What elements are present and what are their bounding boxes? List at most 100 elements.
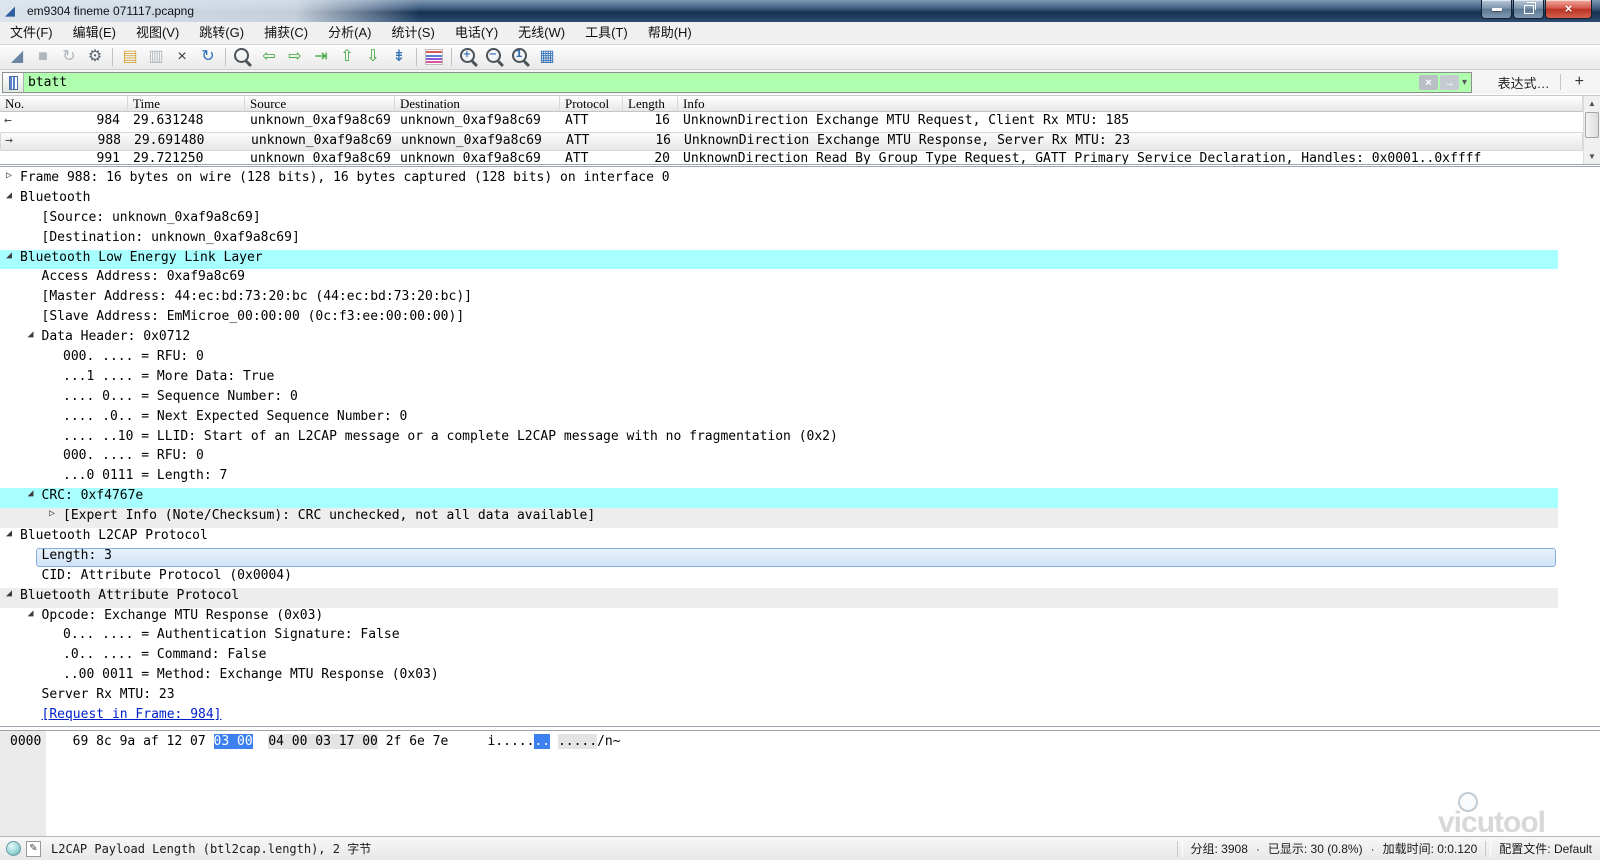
detail-row[interactable]: Server Rx MTU: 23 xyxy=(0,687,1558,707)
capture-comment-icon[interactable]: ✎ xyxy=(26,841,41,857)
resize-columns-button[interactable]: ▦ xyxy=(534,46,560,68)
close-button[interactable]: × xyxy=(1545,0,1592,19)
toolbar-separator xyxy=(451,48,452,66)
menu-item-statistics[interactable]: 统计(S) xyxy=(381,22,444,44)
scroll-up-arrow[interactable]: ▲ xyxy=(1584,96,1600,111)
menu-item-capture[interactable]: 捕获(C) xyxy=(254,22,318,44)
go-last-packet-button[interactable]: ⇩ xyxy=(360,46,386,68)
find-packet-button[interactable] xyxy=(230,46,256,68)
minimize-button[interactable] xyxy=(1481,0,1512,19)
detail-text: 000. .... = RFU: 0 xyxy=(63,448,204,463)
go-to-packet-button[interactable]: ⇥ xyxy=(308,46,334,68)
tree-expander-open-icon[interactable]: ◢ xyxy=(6,528,12,539)
tree-expander-closed-icon[interactable]: ▷ xyxy=(49,508,55,519)
profile-selector[interactable]: 配置文件: Default xyxy=(1499,840,1600,857)
detail-row[interactable]: [Request in Frame: 984] xyxy=(0,707,1558,727)
filter-bookmark-button[interactable] xyxy=(3,73,24,92)
tree-expander-open-icon[interactable]: ◢ xyxy=(28,329,34,340)
detail-row[interactable]: .... 0... = Sequence Number: 0 xyxy=(0,389,1558,409)
detail-row[interactable]: [Slave Address: EmMicroe_00:00:00 (0c:f3… xyxy=(0,309,1558,329)
column-header-time[interactable]: Time xyxy=(128,96,245,112)
detail-row[interactable]: .... ..10 = LLID: Start of an L2CAP mess… xyxy=(0,429,1558,449)
detail-row[interactable]: ◢Bluetooth Low Energy Link Layer xyxy=(0,250,1558,270)
packet-row[interactable]: 98429.631248unknown_0xaf9a8c69unknown_0x… xyxy=(0,113,1583,132)
close-icon: × xyxy=(1565,1,1573,17)
detail-row[interactable]: [Master Address: 44:ec:bd:73:20:bc (44:e… xyxy=(0,289,1558,309)
filter-clear-button[interactable]: × xyxy=(1419,75,1438,90)
detail-row[interactable]: ...0 0111 = Length: 7 xyxy=(0,468,1558,488)
column-header-protocol[interactable]: Protocol xyxy=(560,96,623,112)
detail-row[interactable]: ..00 0011 = Method: Exchange MTU Respons… xyxy=(0,667,1558,687)
menu-item-go[interactable]: 跳转(G) xyxy=(189,22,254,44)
menu-item-analyze[interactable]: 分析(A) xyxy=(318,22,381,44)
expert-info-icon[interactable] xyxy=(6,841,21,856)
close-file-button[interactable]: × xyxy=(169,46,195,68)
tree-expander-open-icon[interactable]: ◢ xyxy=(6,190,12,201)
tree-expander-open-icon[interactable]: ◢ xyxy=(6,250,12,261)
go-first-packet-button[interactable]: ⇧ xyxy=(334,46,360,68)
detail-row[interactable]: 000. .... = RFU: 0 xyxy=(0,349,1558,369)
detail-row[interactable]: ◢Bluetooth L2CAP Protocol xyxy=(0,528,1558,548)
packet-row[interactable]: 98829.691480unknown_0xaf9a8c69unknown_0x… xyxy=(0,132,1583,151)
column-header-length[interactable]: Length xyxy=(623,96,678,112)
menu-item-wireless[interactable]: 无线(W) xyxy=(508,22,575,44)
menu-item-edit[interactable]: 编辑(E) xyxy=(63,22,126,44)
scrollbar-thumb[interactable] xyxy=(1585,112,1599,138)
menu-item-help[interactable]: 帮助(H) xyxy=(638,22,702,44)
detail-row[interactable]: ◢CRC: 0xf4767e xyxy=(0,488,1558,508)
zoom-in-button[interactable]: + xyxy=(456,46,482,68)
restart-capture-button[interactable]: ↻ xyxy=(56,46,82,68)
detail-row[interactable]: Length: 3 xyxy=(0,548,1558,568)
detail-row[interactable]: [Source: unknown_0xaf9a8c69] xyxy=(0,210,1558,230)
scroll-down-arrow[interactable]: ▼ xyxy=(1584,149,1600,164)
add-filter-button[interactable]: + xyxy=(1561,73,1600,91)
filter-apply-button[interactable]: → xyxy=(1440,75,1459,90)
column-header-info[interactable]: Info xyxy=(678,96,1583,112)
colorize-packets-button[interactable] xyxy=(421,46,447,68)
menu-item-telephony[interactable]: 电话(Y) xyxy=(445,22,508,44)
column-header-destination[interactable]: Destination xyxy=(395,96,560,112)
save-file-button[interactable]: ▥ xyxy=(143,46,169,68)
expression-button[interactable]: 表达式… xyxy=(1488,73,1560,92)
column-header-source[interactable]: Source xyxy=(245,96,395,112)
detail-row[interactable]: ◢Data Header: 0x0712 xyxy=(0,329,1558,349)
tree-expander-open-icon[interactable]: ◢ xyxy=(28,488,34,499)
menu-item-view[interactable]: 视图(V) xyxy=(126,22,189,44)
detail-row[interactable]: CID: Attribute Protocol (0x0004) xyxy=(0,568,1558,588)
capture-options-button[interactable]: ⚙ xyxy=(82,46,108,68)
packet-list-scrollbar[interactable]: ▲ ▼ xyxy=(1583,96,1600,164)
detail-row[interactable]: ▷[Expert Info (Note/Checksum): CRC unche… xyxy=(0,508,1558,528)
column-header-no[interactable]: No. xyxy=(0,96,128,112)
open-file-button[interactable]: ▤ xyxy=(117,46,143,68)
detail-row[interactable]: Access Address: 0xaf9a8c69 xyxy=(0,269,1558,289)
detail-row[interactable]: ...1 .... = More Data: True xyxy=(0,369,1558,389)
packet-row[interactable]: 99129.721250unknown_0xaf9a8c69unknown_0x… xyxy=(0,151,1583,165)
detail-row[interactable]: .... .0.. = Next Expected Sequence Numbe… xyxy=(0,409,1558,429)
menu-item-tools[interactable]: 工具(T) xyxy=(575,22,638,44)
detail-row[interactable]: [Destination: unknown_0xaf9a8c69] xyxy=(0,230,1558,250)
go-forward-button[interactable]: ⇨ xyxy=(282,46,308,68)
start-capture-button[interactable]: ◢ xyxy=(4,46,30,68)
detail-row[interactable]: ◢Bluetooth xyxy=(0,190,1558,210)
tree-expander-closed-icon[interactable]: ▷ xyxy=(6,170,12,181)
detail-row[interactable]: ▷Frame 988: 16 bytes on wire (128 bits),… xyxy=(0,170,1558,190)
detail-row[interactable]: 000. .... = RFU: 0 xyxy=(0,448,1558,468)
ascii-pre: i..... xyxy=(487,734,534,749)
display-filter-input[interactable] xyxy=(24,73,1419,92)
stop-capture-button[interactable]: ■ xyxy=(30,46,56,68)
menu-item-file[interactable]: 文件(F) xyxy=(0,22,63,44)
auto-scroll-button[interactable]: ⇟ xyxy=(386,46,412,68)
reload-file-button[interactable]: ↻ xyxy=(195,46,221,68)
go-back-button[interactable]: ⇦ xyxy=(256,46,282,68)
zoom-out-button[interactable]: − xyxy=(482,46,508,68)
detail-row[interactable]: 0... .... = Authentication Signature: Fa… xyxy=(0,627,1558,647)
hex-line[interactable]: 0000 69 8c 9a af 12 07 03 00 04 00 03 17… xyxy=(0,731,1600,749)
restore-button[interactable] xyxy=(1513,0,1544,19)
detail-row[interactable]: ◢Bluetooth Attribute Protocol xyxy=(0,588,1558,608)
tree-expander-open-icon[interactable]: ◢ xyxy=(28,608,34,619)
filter-dropdown-caret[interactable]: ▾ xyxy=(1461,77,1471,88)
zoom-reset-button[interactable]: 1 xyxy=(508,46,534,68)
detail-row[interactable]: .0.. .... = Command: False xyxy=(0,647,1558,667)
detail-row[interactable]: ◢Opcode: Exchange MTU Response (0x03) xyxy=(0,608,1558,628)
tree-expander-open-icon[interactable]: ◢ xyxy=(6,588,12,599)
